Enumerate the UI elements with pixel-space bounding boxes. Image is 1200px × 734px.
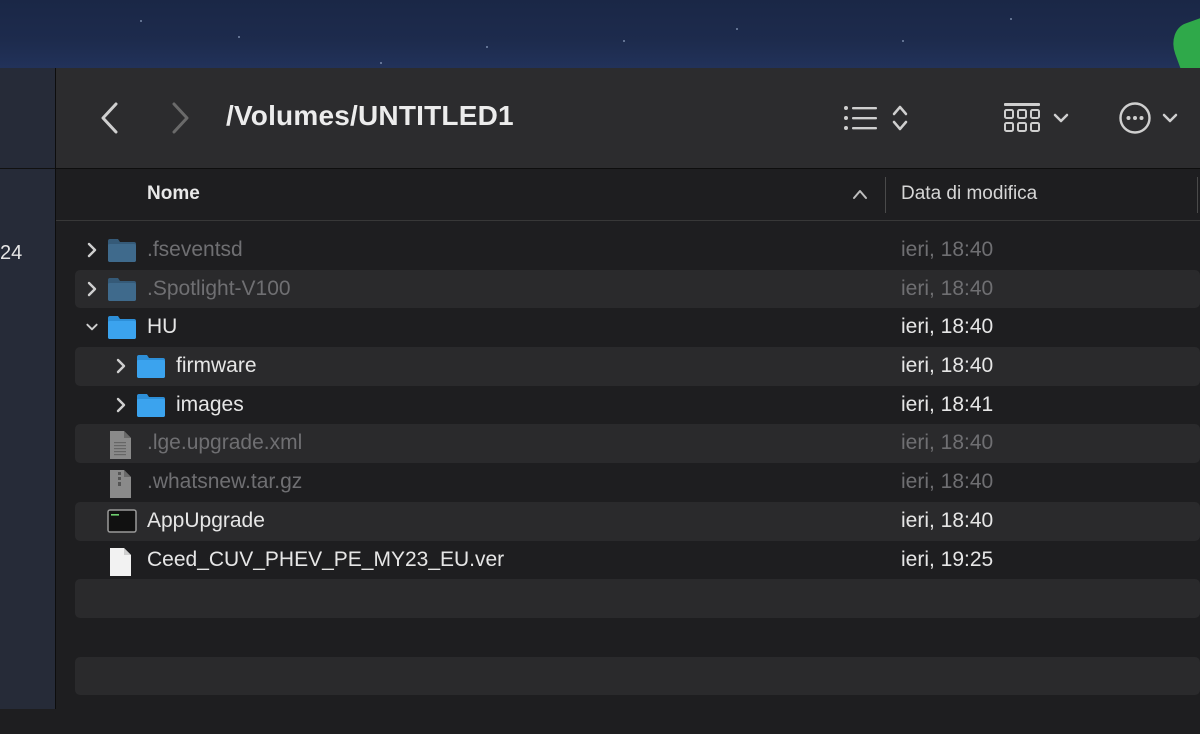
folder-icon <box>136 392 166 423</box>
sort-ascending-icon[interactable] <box>851 187 869 206</box>
disclosure-chevron-right-icon[interactable] <box>114 396 128 414</box>
document-icon <box>107 430 133 465</box>
file-row[interactable]: images ieri, 18:41 <box>75 386 1200 425</box>
column-divider[interactable] <box>1197 177 1198 213</box>
folder-icon <box>107 237 137 268</box>
updown-chevron-icon <box>892 105 908 131</box>
file-row[interactable]: Ceed_CUV_PHEV_PE_MY23_EU.ver ieri, 19:25 <box>75 541 1200 580</box>
file-name: Ceed_CUV_PHEV_PE_MY23_EU.ver <box>147 547 505 571</box>
chevron-left-icon <box>101 102 118 134</box>
file-name: .Spotlight-V100 <box>147 276 291 300</box>
file-row[interactable]: HU ieri, 18:40 <box>75 308 1200 347</box>
grid-icon <box>1004 103 1040 132</box>
file-date-modified: ieri, 18:40 <box>901 508 994 532</box>
file-date-modified: ieri, 18:40 <box>901 315 994 339</box>
file-date-modified: ieri, 18:40 <box>901 238 994 261</box>
chevron-down-icon <box>1162 113 1178 123</box>
disclosure-chevron-right-icon[interactable] <box>114 357 128 375</box>
back-button[interactable] <box>90 98 130 138</box>
file-row[interactable]: .fseventsd ieri, 18:40 <box>75 231 1200 270</box>
list-icon <box>844 106 877 130</box>
disclosure-chevron-right-icon[interactable] <box>85 280 99 298</box>
file-date-modified: ieri, 18:40 <box>901 431 994 455</box>
document-icon <box>107 547 133 582</box>
file-name: .fseventsd <box>147 238 243 261</box>
file-name: images <box>176 392 244 416</box>
file-name: AppUpgrade <box>147 508 265 532</box>
more-actions-button[interactable] <box>1118 98 1180 138</box>
desktop-leaf-decoration <box>1166 16 1200 68</box>
file-name: .lge.upgrade.xml <box>147 431 303 455</box>
column-header-date-modified[interactable]: Data di modifica <box>901 183 1037 205</box>
ellipsis-circle-icon <box>1119 102 1151 134</box>
file-name: firmware <box>176 354 257 378</box>
disclosure-chevron-down-icon[interactable] <box>85 318 99 336</box>
empty-row <box>75 618 1200 657</box>
empty-row <box>75 656 1200 696</box>
sidebar-toolbar-area <box>0 68 55 169</box>
column-header-row: Nome Data di modifica <box>56 169 1200 221</box>
column-divider[interactable] <box>885 177 886 213</box>
file-date-modified: ieri, 18:40 <box>901 354 994 378</box>
disclosure-chevron-right-icon[interactable] <box>85 241 99 259</box>
file-row[interactable]: AppUpgrade ieri, 18:40 <box>75 501 1200 541</box>
file-list: .fseventsd ieri, 18:40 .Spotlight-V100 ieri… <box>75 231 1200 734</box>
forward-button[interactable] <box>160 98 200 138</box>
terminal-executable-icon <box>107 508 137 539</box>
window-path-title: /Volumes/UNTITLED1 <box>226 100 514 131</box>
file-row[interactable]: .Spotlight-V100 ieri, 18:40 <box>75 269 1200 309</box>
file-name: HU <box>147 315 178 339</box>
empty-row <box>75 579 1200 618</box>
folder-icon <box>136 353 166 384</box>
file-name: .whatsnew.tar.gz <box>147 470 303 494</box>
sidebar-partial-label[interactable]: 24 <box>0 242 22 265</box>
file-row[interactable]: firmware ieri, 18:40 <box>75 347 1200 386</box>
grid-view-button[interactable] <box>1003 98 1071 138</box>
finder-window: /Volumes/UNTITLED1 Nome Data di modifica… <box>56 68 1200 709</box>
file-row[interactable]: .lge.upgrade.xml ieri, 18:40 <box>75 424 1200 465</box>
toolbar: /Volumes/UNTITLED1 <box>56 68 1200 169</box>
list-view-button[interactable] <box>843 98 911 138</box>
file-row[interactable]: .whatsnew.tar.gz ieri, 18:40 <box>75 463 1200 502</box>
desktop-wallpaper <box>0 0 1200 68</box>
folder-icon <box>107 276 137 307</box>
file-date-modified: ieri, 19:25 <box>901 547 994 571</box>
chevron-right-icon <box>172 102 189 134</box>
column-header-name[interactable]: Nome <box>147 183 200 205</box>
folder-icon <box>107 314 137 345</box>
archive-icon <box>107 469 133 504</box>
file-date-modified: ieri, 18:40 <box>901 470 994 494</box>
file-date-modified: ieri, 18:40 <box>901 276 994 300</box>
file-date-modified: ieri, 18:41 <box>901 392 994 416</box>
empty-row <box>75 695 1200 734</box>
chevron-down-icon <box>1053 113 1069 123</box>
sidebar: 24 <box>0 68 56 709</box>
